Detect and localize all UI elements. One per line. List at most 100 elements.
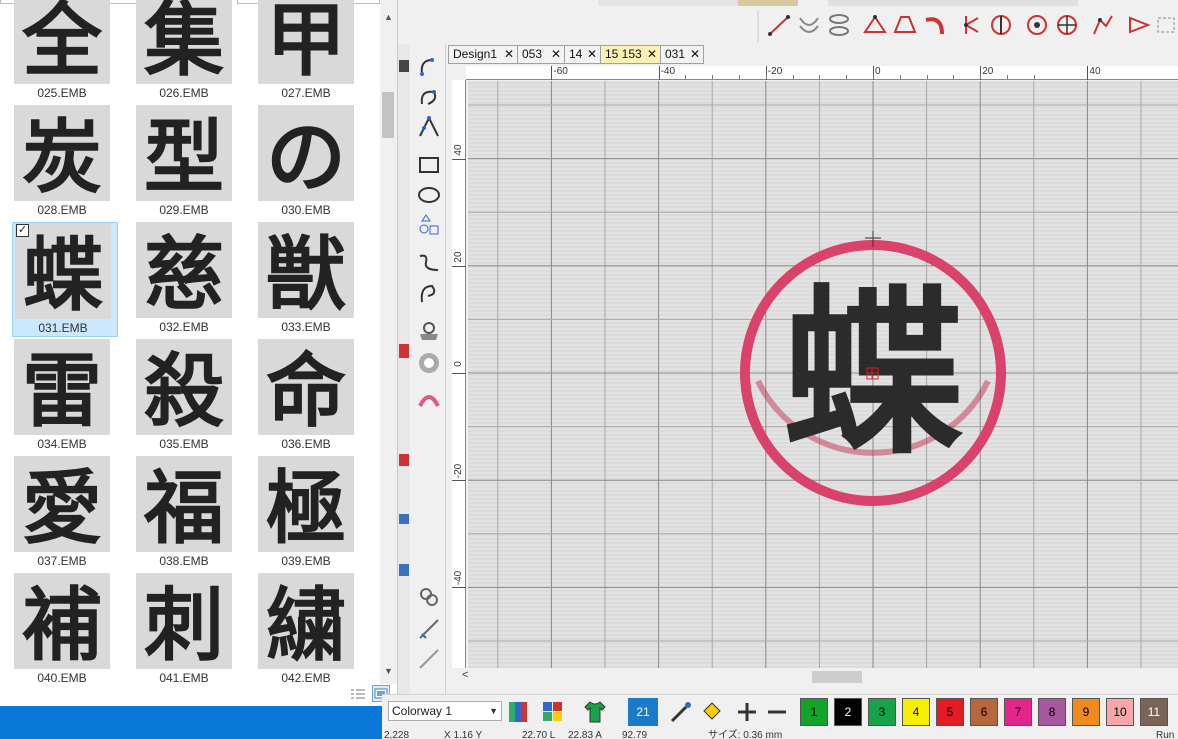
node-tool-icon[interactable]: [958, 12, 984, 38]
document-tab[interactable]: 053 ✕: [517, 45, 565, 64]
polygon-tool-icon[interactable]: [862, 12, 888, 38]
ruler-minor-tick: [953, 75, 955, 79]
rectangle-tool-icon[interactable]: [416, 152, 442, 178]
shapes-tool-icon[interactable]: [416, 212, 442, 238]
hscroll-thumb[interactable]: [812, 671, 862, 683]
scroll-left-arrow[interactable]: <: [462, 669, 468, 681]
details-view-icon[interactable]: [350, 687, 366, 701]
remove-color-icon[interactable]: [764, 699, 790, 725]
file-thumbnail[interactable]: 慈 032.EMB: [134, 222, 240, 337]
file-browser-scrollbar[interactable]: ▲ ▼: [380, 0, 397, 684]
paint-bucket-icon[interactable]: [698, 699, 724, 725]
scroll-down-arrow[interactable]: ▼: [380, 666, 397, 676]
file-thumbnail[interactable]: 集 026.EMB: [134, 0, 240, 103]
file-thumbnail[interactable]: 獣 033.EMB: [256, 222, 362, 337]
radial-tool-icon[interactable]: [1054, 12, 1080, 38]
thread-swatch[interactable]: 11: [1140, 698, 1168, 726]
document-tab[interactable]: Design1 ✕: [448, 45, 518, 64]
cylinder-tool-icon[interactable]: [826, 12, 852, 38]
shape-tool-icon[interactable]: [892, 12, 918, 38]
thumbnail-glyph: 雷: [22, 344, 102, 435]
checkbox[interactable]: ✓: [16, 224, 29, 237]
file-thumbnail[interactable]: 福 038.EMB: [134, 456, 240, 571]
shirt-icon[interactable]: [582, 699, 608, 725]
thread-swatch[interactable]: 7: [1004, 698, 1032, 726]
bean-stitch-icon[interactable]: [416, 280, 442, 306]
document-tab[interactable]: 031 ✕: [660, 45, 704, 64]
file-thumbnail[interactable]: の 030.EMB: [256, 105, 362, 220]
ruler-minor-tick: [819, 75, 821, 79]
curve-outline-icon[interactable]: [416, 84, 442, 110]
scroll-up-arrow[interactable]: ▲: [380, 12, 397, 22]
file-thumbnail[interactable]: 殺 035.EMB: [134, 339, 240, 454]
curve-tool-icon[interactable]: [922, 12, 948, 38]
applique-tool-icon[interactable]: [416, 318, 442, 344]
file-thumbnail[interactable]: 全 025.EMB: [12, 0, 118, 103]
file-thumbnail[interactable]: 雷 034.EMB: [12, 339, 118, 454]
needle-tool-icon[interactable]: [416, 616, 442, 642]
thumbnail-image: 雷: [14, 339, 110, 435]
color-grid-icon[interactable]: [540, 699, 566, 725]
triangle-tool-icon[interactable]: [1126, 12, 1152, 38]
close-icon[interactable]: ✕: [587, 46, 597, 63]
horizontal-scrollbar[interactable]: <: [452, 668, 1178, 686]
file-name-label: 035.EMB: [159, 437, 209, 451]
bottom-toolbar: Colorway 1 ▼ 21 1 2 3 4 5 6 7 8 9 10 11: [382, 694, 1178, 728]
design-area[interactable]: 蝶: [468, 81, 1178, 668]
thread-swatch[interactable]: 2: [834, 698, 862, 726]
thumbnail-glyph: 獣: [266, 227, 346, 318]
file-thumbnail[interactable]: 繍 042.EMB: [256, 573, 362, 688]
thread-swatch[interactable]: 1: [800, 698, 828, 726]
file-thumbnail[interactable]: 蝶 031.EMB ✓: [12, 222, 118, 337]
vertical-ruler: 40 20 0 -20 -40: [452, 80, 466, 668]
thread-swatch[interactable]: 8: [1038, 698, 1066, 726]
tab-label: Design1: [453, 47, 498, 61]
file-name-label: 025.EMB: [37, 86, 87, 100]
add-color-icon[interactable]: [734, 699, 760, 725]
branch-tool-icon[interactable]: [988, 12, 1014, 38]
thread-swatch[interactable]: 4: [902, 698, 930, 726]
sequin-tool-icon[interactable]: [416, 584, 442, 610]
ribbon-tool-icon[interactable]: [416, 386, 442, 412]
thumbnail-image: 繍: [258, 573, 354, 669]
file-thumbnail[interactable]: 命 036.EMB: [256, 339, 362, 454]
running-stitch-icon[interactable]: [416, 250, 442, 276]
close-icon[interactable]: ✕: [690, 46, 700, 63]
close-icon[interactable]: ✕: [504, 46, 514, 63]
file-thumbnail[interactable]: 炭 028.EMB: [12, 105, 118, 220]
line-tool-icon[interactable]: [766, 12, 792, 38]
eyedropper-icon[interactable]: [668, 699, 694, 725]
select-tool-icon[interactable]: [1154, 12, 1178, 38]
thumbnail-image: 刺: [136, 573, 232, 669]
circle-fill-icon[interactable]: [416, 350, 442, 376]
palette-icon[interactable]: [506, 699, 532, 725]
ellipse-tool-icon[interactable]: [416, 182, 442, 208]
color-count-badge[interactable]: 21: [628, 698, 658, 726]
document-tab[interactable]: 15 153 ✕: [600, 45, 661, 64]
file-thumbnail[interactable]: 刺 041.EMB: [134, 573, 240, 688]
thread-swatch[interactable]: 3: [868, 698, 896, 726]
close-icon[interactable]: ✕: [647, 46, 657, 63]
ruler-minor-tick: [792, 75, 794, 79]
thread-swatch[interactable]: 10: [1106, 698, 1134, 726]
thread-swatch[interactable]: 5: [936, 698, 964, 726]
thread-swatch[interactable]: 6: [970, 698, 998, 726]
arc-tool-icon[interactable]: [796, 12, 822, 38]
scrollbar-thumb[interactable]: [382, 92, 394, 138]
file-thumbnail[interactable]: 極 039.EMB: [256, 456, 362, 571]
vertex-tool-icon[interactable]: [416, 114, 442, 140]
file-thumbnail[interactable]: 補 040.EMB: [12, 573, 118, 688]
thumbnail-glyph: 繍: [266, 578, 346, 669]
thread-swatch[interactable]: 9: [1072, 698, 1100, 726]
star-tool-icon[interactable]: [1024, 12, 1050, 38]
knife-tool-icon[interactable]: [416, 646, 442, 672]
close-icon[interactable]: ✕: [551, 46, 561, 63]
file-thumbnail[interactable]: 愛 037.EMB: [12, 456, 118, 571]
colorway-select[interactable]: Colorway 1 ▼: [388, 701, 502, 721]
fork-tool-icon[interactable]: [1090, 12, 1116, 38]
file-thumbnail[interactable]: 甲 027.EMB: [256, 0, 362, 103]
design-canvas[interactable]: -60 -40 -20 0 20 40 40 20 0 -20 -40 蝶 <: [448, 64, 1178, 690]
file-thumbnail[interactable]: 型 029.EMB: [134, 105, 240, 220]
outline-tool-icon[interactable]: [416, 54, 442, 80]
document-tab[interactable]: 14 ✕: [564, 45, 601, 64]
